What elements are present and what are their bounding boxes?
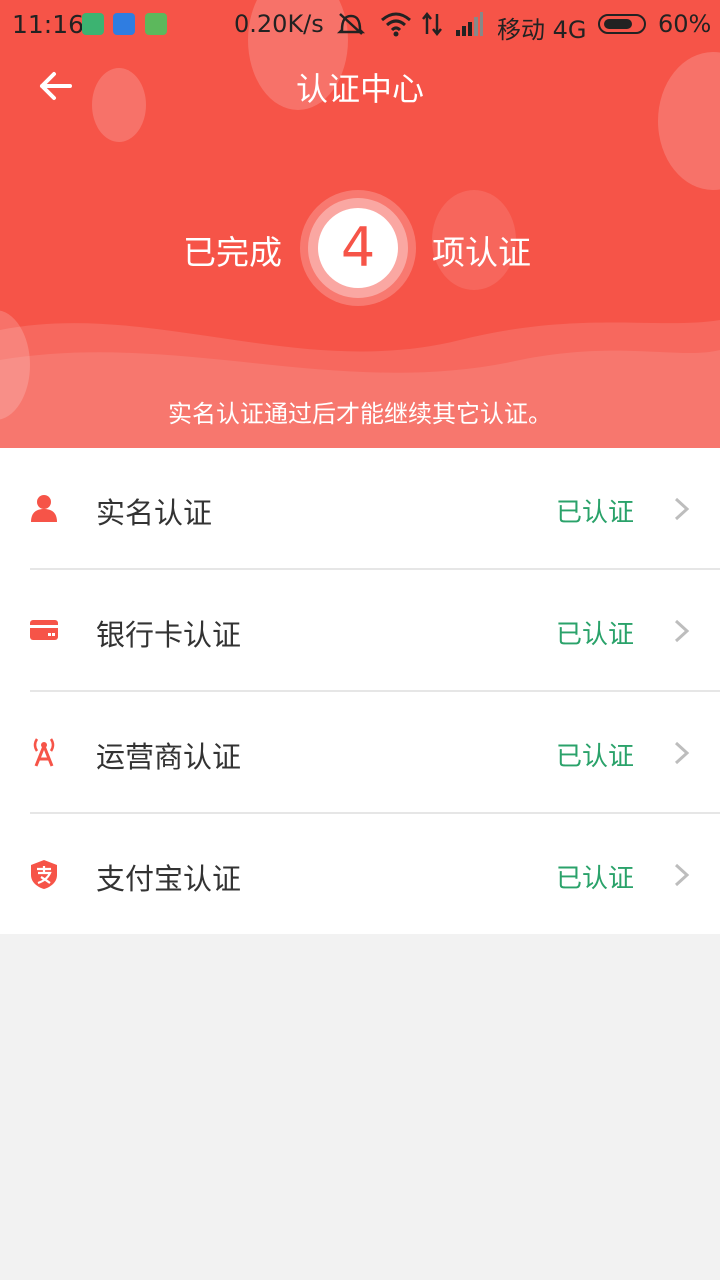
person-icon [31,495,57,522]
data-arrows-icon [422,11,442,37]
done-count: 4 [318,208,398,288]
wifi-icon [381,12,411,37]
item-status: 已认证 [556,620,635,650]
battery-icon [598,14,646,34]
chevron-right-icon [674,863,690,887]
completion-summary: 已完成 4 项认证 [0,188,720,308]
item-status: 已认证 [556,864,635,894]
item-label: 支付宝认证 [96,862,242,896]
carrier-label: 移动 4G [497,16,587,44]
vibrate-icon [336,13,366,35]
bank-card-icon [30,620,58,640]
verification-list: 实名认证 已认证 银行卡认证 已认证 运营商认证 已认证 支付宝认证 已认证 [0,448,720,934]
status-bar: 11:16 0.20K/s 移动 4G 60% [0,0,720,50]
item-status: 已认证 [556,498,635,528]
battery-percent: 60% [658,10,712,38]
page-title: 认证中心 [295,70,424,108]
done-prefix: 已完成 [183,233,282,272]
list-item-bankcard[interactable]: 银行卡认证 已认证 [0,570,720,691]
chevron-right-icon [674,741,690,765]
alipay-icon [31,860,57,889]
chevron-right-icon [674,497,690,521]
item-label: 运营商认证 [96,740,242,774]
files-app-icon [113,13,135,35]
list-item-alipay[interactable]: 支付宝认证 已认证 [0,814,720,935]
list-item-realname[interactable]: 实名认证 已认证 [0,448,720,569]
android-app-icon [145,13,167,35]
done-suffix: 项认证 [432,233,531,272]
item-label: 实名认证 [96,496,213,530]
shield-app-icon [82,13,104,35]
net-speed: 0.20K/s [234,10,324,38]
list-item-carrier[interactable]: 运营商认证 已认证 [0,692,720,813]
auth-note: 实名认证通过后才能继续其它认证。 [168,400,552,428]
signal-tower-icon [33,738,55,767]
header-banner: 11:16 0.20K/s 移动 4G 60% 认证中心 已完成 4 项认证 实… [0,0,720,448]
status-time: 11:16 [12,10,85,39]
signal-icon [456,12,483,36]
item-label: 银行卡认证 [96,618,242,652]
chevron-right-icon [674,619,690,643]
item-status: 已认证 [556,742,635,772]
